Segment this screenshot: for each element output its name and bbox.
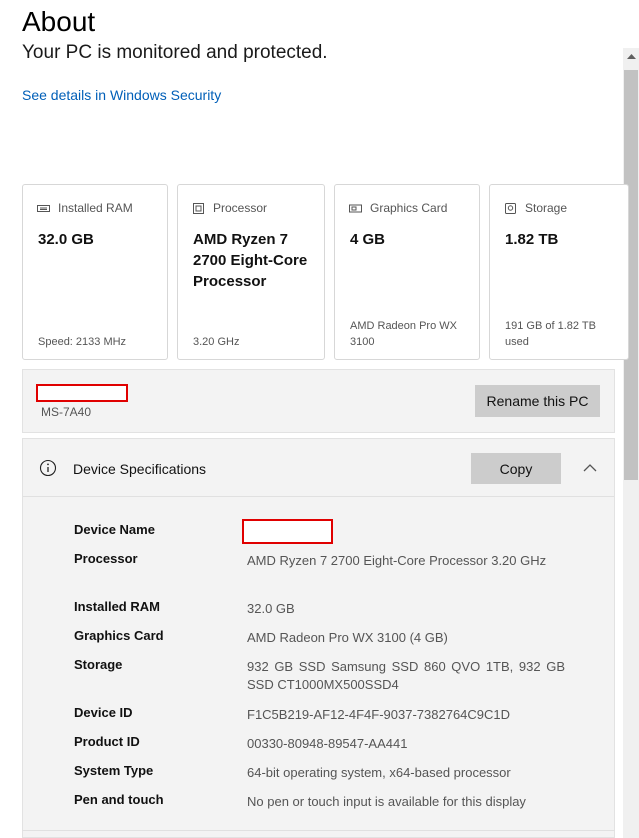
pc-name-panel: MS-7A40 Rename this PC — [22, 369, 615, 433]
copy-button[interactable]: Copy — [471, 453, 561, 484]
device-specifications-header[interactable]: Device Specifications Copy — [23, 439, 614, 497]
processor-card: Processor AMD Ryzen 7 2700 Eight-Core Pr… — [177, 184, 325, 360]
spec-value: 00330-80948-89547-AA441 — [247, 736, 408, 751]
spec-value: 32.0 GB — [247, 601, 295, 616]
rename-pc-button[interactable]: Rename this PC — [475, 385, 600, 417]
pc-model: MS-7A40 — [41, 405, 92, 419]
ram-card: Installed RAM 32.0 GB Speed: 2133 MHz — [22, 184, 168, 360]
info-icon — [39, 459, 57, 482]
spec-label: Product ID — [74, 734, 140, 749]
panel-divider — [22, 830, 615, 831]
processor-card-sub: 3.20 GHz — [193, 336, 240, 348]
processor-icon — [192, 202, 205, 214]
windows-security-link[interactable]: See details in Windows Security — [22, 87, 221, 103]
processor-card-value: AMD Ryzen 7 2700 Eight-Core Processor — [193, 231, 308, 290]
graphics-card-value: 4 GB — [350, 231, 386, 248]
graphics-card-card: Graphics Card 4 GB AMD Radeon Pro WX 310… — [334, 184, 480, 360]
storage-icon — [504, 202, 517, 214]
ram-card-value: 32.0 GB — [38, 231, 94, 248]
spec-value: AMD Ryzen 7 2700 Eight-Core Processor 3.… — [247, 553, 547, 568]
graphics-card-label: Graphics Card — [370, 201, 448, 215]
spec-label: System Type — [74, 763, 154, 778]
device-specifications-title: Device Specifications — [73, 461, 207, 477]
spec-label: Processor — [74, 551, 138, 566]
spec-label: Device Name — [74, 522, 155, 537]
storage-card-value: 1.82 TB — [505, 231, 559, 248]
redacted-device-name — [242, 519, 333, 544]
device-specifications-panel: Device Specifications Copy Device Name P… — [22, 438, 615, 838]
ram-icon — [37, 203, 50, 214]
page-title: About — [22, 6, 96, 37]
spec-label: Installed RAM — [74, 599, 160, 614]
spec-value: AMD Radeon Pro WX 3100 (4 GB) — [247, 630, 448, 645]
storage-card: Storage 1.82 TB 191 GB of 1.82 TB used — [489, 184, 629, 360]
spec-value: F1C5B219-AF12-4F4F-9037-7382764C9C1D — [247, 707, 511, 722]
graphics-card-icon — [349, 203, 362, 214]
spec-value: 64-bit operating system, x64-based proce… — [247, 765, 511, 780]
spec-label: Pen and touch — [74, 792, 164, 807]
storage-card-label: Storage — [525, 201, 568, 215]
storage-card-sub: 191 GB of 1.82 TB used — [505, 320, 596, 348]
ram-card-sub: Speed: 2133 MHz — [38, 336, 127, 348]
spec-label: Graphics Card — [74, 628, 164, 643]
scroll-up-arrow-icon[interactable] — [623, 48, 639, 64]
spec-label: Device ID — [74, 705, 133, 720]
processor-card-label: Processor — [213, 201, 268, 215]
redacted-pc-name — [36, 384, 128, 402]
spec-label: Storage — [74, 657, 123, 672]
graphics-card-sub: AMD Radeon Pro WX 3100 — [350, 320, 457, 348]
chevron-up-icon[interactable] — [583, 459, 597, 477]
spec-cards: Installed RAM 32.0 GB Speed: 2133 MHz Pr… — [22, 184, 629, 360]
spec-value: 932 GB SSD Samsung SSD 860 QVO 1TB, 932 … — [247, 659, 565, 692]
spec-value: No pen or touch input is available for t… — [247, 794, 526, 809]
ram-card-label: Installed RAM — [58, 201, 133, 215]
protection-status: Your PC is monitored and protected. — [22, 42, 328, 63]
